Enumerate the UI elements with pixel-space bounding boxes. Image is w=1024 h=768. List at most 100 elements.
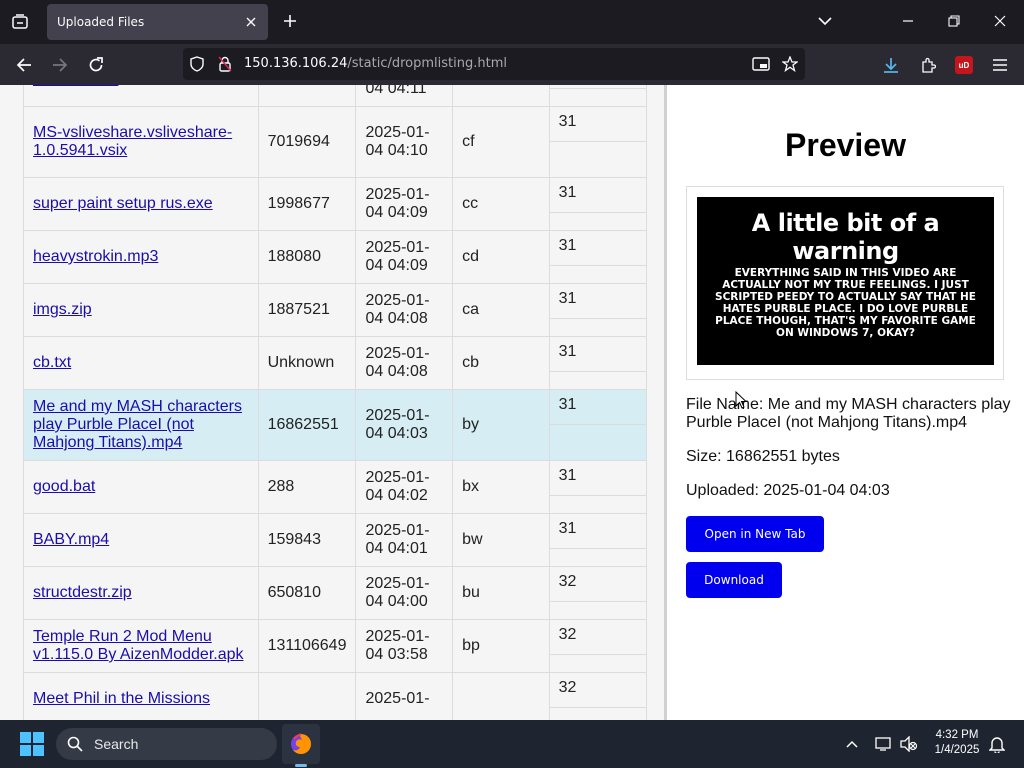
table-row[interactable]: BABY.mp4 159843 2025-01- 04 04:01 bw 31 — [23, 513, 648, 567]
file-id-cell: bw — [452, 513, 550, 567]
windows-start-icon[interactable] — [20, 732, 44, 756]
file-size-info: Size: 16862551 bytes — [686, 448, 840, 465]
file-link[interactable]: super paint setup rus.exe — [33, 195, 249, 213]
table-row[interactable]: good.bat 288 2025-01- 04 04:02 bx 31 — [23, 460, 648, 514]
file-link[interactable]: structdestr.zip — [33, 584, 249, 602]
video-frame-text: EVERYTHING SAID IN THIS VIDEO ARE ACTUAL… — [715, 267, 976, 339]
file-time: 04 04:01 — [365, 540, 428, 557]
preview-pane: Preview A little bit of a warning EVERYT… — [667, 85, 1024, 720]
file-count: 31 — [549, 178, 646, 213]
picture-in-picture-icon[interactable] — [751, 54, 771, 74]
file-link[interactable]: heavystrokin.mp3 — [33, 248, 249, 266]
file-link[interactable]: Me and my MASH characters play Purble Pl… — [33, 398, 249, 452]
table-row[interactable]: super paint setup rus.exe 1998677 2025-01-… — [23, 177, 648, 231]
notification-bell-icon[interactable] — [987, 734, 1007, 754]
file-name-cell: Me and my MASH characters play Purble Pl… — [23, 389, 259, 461]
file-link[interactable]: good.bat — [33, 478, 249, 496]
file-time: 04 04:09 — [365, 257, 428, 274]
video-preview-frame: A little bit of a warning EVERYTHING SAI… — [686, 186, 1004, 380]
file-link[interactable]: BABY.mp4 — [33, 531, 249, 549]
system-clock[interactable]: 4:32 PM 1/4/2025 — [924, 728, 990, 758]
open-in-new-tab-button[interactable]: Open in New Tab — [686, 516, 824, 552]
file-list-pane[interactable]: Installer.exe90958432025-01-04 04:11ch30… — [0, 85, 664, 720]
table-row[interactable]: MS-vsliveshare.vsliveshare-1.0.5941.vsix… — [23, 106, 648, 178]
file-id-cell: bu — [452, 566, 550, 620]
file-table: Installer.exe90958432025-01-04 04:11ch30… — [23, 85, 648, 720]
file-link[interactable]: Temple Run 2 Mod Menu v1.115.0 By AizenM… — [33, 628, 249, 664]
table-row[interactable]: heavystrokin.mp3 188080 2025-01- 04 04:09 cd… — [23, 230, 648, 284]
taskbar-search-box[interactable]: Search — [56, 728, 277, 760]
back-arrow-icon[interactable] — [12, 53, 36, 77]
restore-icon[interactable] — [944, 11, 964, 31]
file-count-cell: 31 — [548, 513, 648, 567]
file-size-cell: Unknown — [257, 336, 357, 390]
file-size-cell: 159843 — [257, 513, 357, 567]
firefox-taskbar-icon[interactable] — [282, 724, 320, 764]
file-name-cell: heavystrokin.mp3 — [23, 230, 259, 284]
volume-muted-icon[interactable] — [899, 734, 919, 754]
firefox-view-icon[interactable] — [8, 10, 32, 34]
ublock-origin-icon[interactable]: uD — [955, 56, 973, 74]
table-row[interactable]: Me and my MASH characters play Purble Pl… — [23, 389, 648, 461]
file-count-cell: 31 — [548, 389, 648, 461]
download-button[interactable]: Download — [686, 562, 782, 598]
file-id-cell: by — [452, 389, 550, 461]
hamburger-menu-icon[interactable] — [988, 53, 1012, 77]
table-row[interactable]: cb.txt Unknown 2025-01- 04 04:08 cb 31 — [23, 336, 648, 390]
tab-uploaded-files[interactable]: Uploaded Files — [47, 4, 268, 40]
preview-heading: Preview — [785, 127, 906, 163]
file-link[interactable]: imgs.zip — [33, 301, 249, 319]
file-date: 2025-01- — [365, 575, 430, 592]
file-name-cell: good.bat — [23, 460, 259, 514]
file-count: 31 — [549, 107, 646, 142]
file-id-cell: bp — [452, 619, 550, 673]
tracking-protection-shield-icon[interactable] — [187, 54, 207, 74]
table-row[interactable]: Meet Phil in the Missions 2025-01- 32 — [23, 672, 648, 720]
page-viewport: Installer.exe90958432025-01-04 04:11ch30… — [0, 85, 1024, 720]
file-date-cell: 2025-01- 04 04:08 — [355, 336, 454, 390]
close-window-icon[interactable] — [990, 11, 1010, 31]
tab-strip: Uploaded Files — [0, 0, 1024, 44]
clock-date: 1/4/2025 — [934, 744, 980, 756]
file-link[interactable]: Installer.exe — [33, 85, 249, 89]
new-tab-plus-icon[interactable] — [280, 11, 300, 31]
file-link[interactable]: cb.txt — [33, 354, 249, 372]
close-tab-icon[interactable] — [242, 13, 260, 31]
network-icon[interactable] — [874, 734, 894, 754]
file-count: 32 — [549, 673, 646, 708]
file-count: 31 — [549, 337, 646, 372]
file-size-cell — [257, 672, 357, 720]
table-row[interactable]: structdestr.zip 650810 2025-01- 04 04:00 bu 3… — [23, 566, 648, 620]
file-uploaded-info: Uploaded: 2025-01-04 04:03 — [686, 482, 890, 499]
video-player[interactable]: A little bit of a warning EVERYTHING SAI… — [697, 197, 994, 365]
downloads-icon[interactable] — [879, 53, 903, 77]
forward-arrow-icon[interactable] — [48, 53, 72, 77]
bookmark-star-icon[interactable] — [780, 54, 800, 74]
not-secure-lock-icon[interactable] — [215, 54, 235, 74]
file-count-cell: 32 — [548, 619, 648, 673]
file-count-cell: 31 — [548, 177, 648, 231]
file-link[interactable]: MS-vsliveshare.vsliveshare-1.0.5941.vsix — [33, 124, 249, 160]
file-size-cell: 131106649 — [257, 619, 357, 673]
list-all-tabs-chevron-icon[interactable] — [815, 11, 835, 31]
reload-icon[interactable] — [84, 53, 108, 77]
minimize-icon[interactable] — [898, 11, 918, 31]
file-time: 04 04:08 — [365, 363, 428, 380]
file-link[interactable]: Meet Phil in the Missions — [33, 690, 249, 708]
extensions-puzzle-icon[interactable] — [916, 53, 940, 77]
file-time: 04 04:03 — [365, 425, 428, 442]
url-path: /static/dropmlisting.html — [347, 56, 507, 71]
file-id-cell: ch — [452, 85, 550, 107]
file-name-cell: super paint setup rus.exe — [23, 177, 259, 231]
file-date-cell: 2025-01- 04 04:09 — [355, 177, 454, 231]
table-row[interactable]: Temple Run 2 Mod Menu v1.115.0 By AizenM… — [23, 619, 648, 673]
file-date-cell: 2025-01- 04 04:03 — [355, 389, 454, 461]
show-hidden-icons-chevron-icon[interactable] — [842, 734, 862, 754]
file-id-cell — [452, 672, 550, 720]
table-row[interactable]: Installer.exe 90958432025-01-04 04:11ch30 — [23, 85, 648, 107]
table-row[interactable]: imgs.zip 1887521 2025-01- 04 04:08 ca 31 — [23, 283, 648, 337]
file-count-cell: 31 — [548, 283, 648, 337]
file-date: 2025-01- — [365, 690, 430, 707]
file-id-cell: cb — [452, 336, 550, 390]
address-bar[interactable]: 150.136.106.24/static/dropmlisting.html — [183, 48, 805, 80]
